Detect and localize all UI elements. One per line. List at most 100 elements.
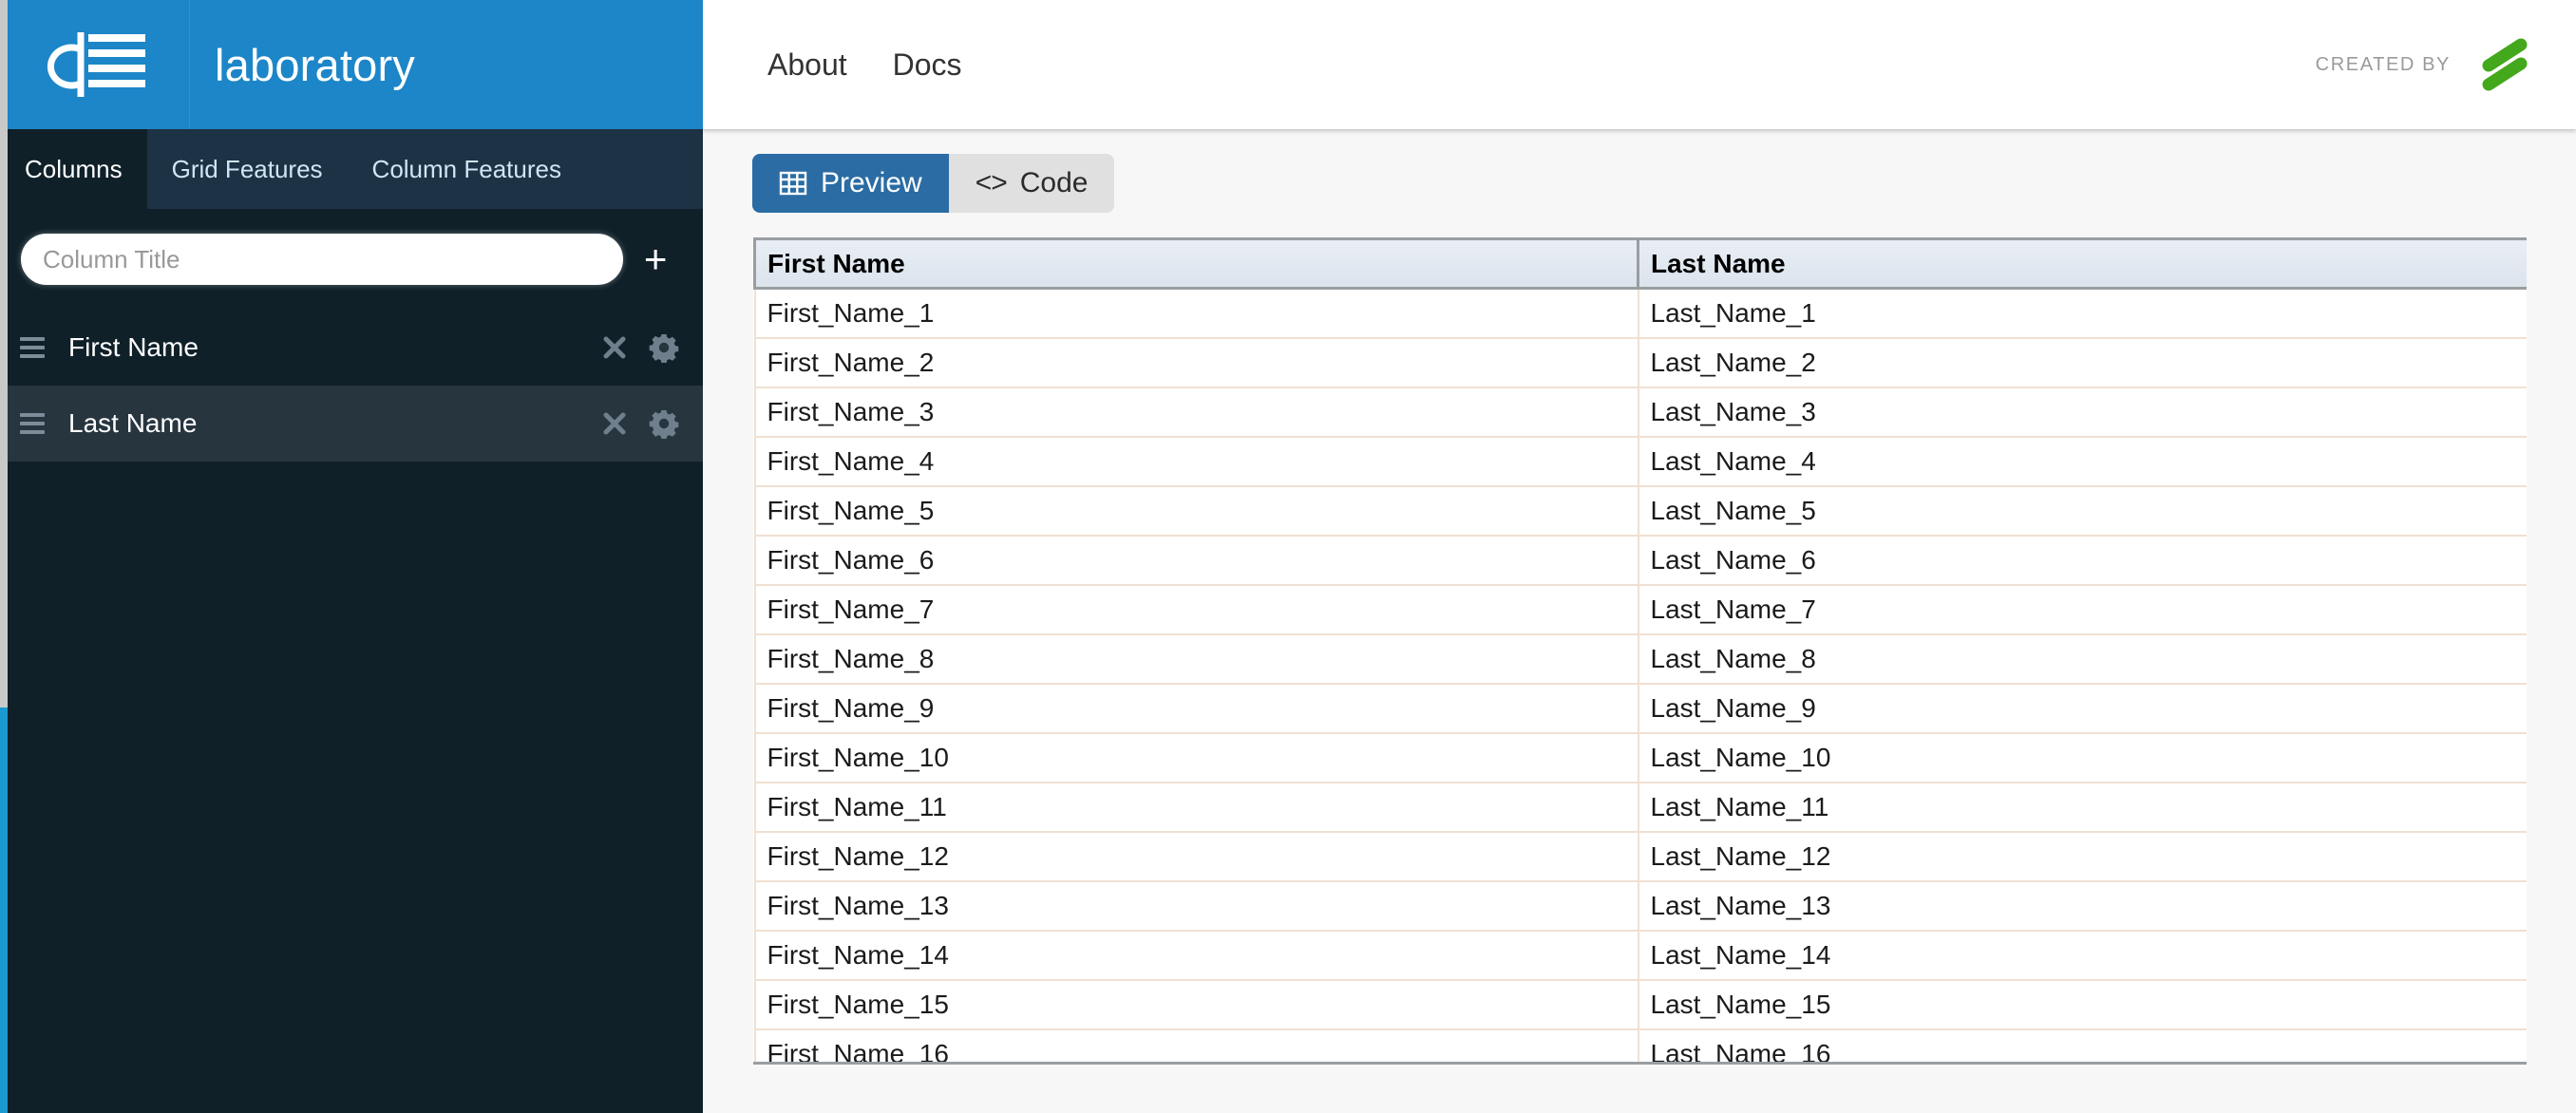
add-column-button[interactable]: + (629, 234, 682, 285)
close-icon-glyph (603, 412, 626, 435)
table-cell: Last_Name_3 (1637, 387, 2527, 438)
green-slashes-logo-icon[interactable] (2475, 37, 2534, 92)
close-icon-glyph (603, 336, 626, 359)
drag-handle-icon[interactable] (13, 329, 51, 367)
data-grid-body: First_Name_1 Last_Name_1 First_Name_2 Last_… (753, 288, 2527, 1062)
gear-icon[interactable] (646, 330, 682, 366)
table-row[interactable]: First_Name_6 Last_Name_6 (753, 535, 2527, 586)
table-cell: First_Name_15 (753, 979, 1639, 1030)
table-cell: Last_Name_10 (1637, 732, 2527, 783)
table-cell: First_Name_11 (753, 782, 1639, 833)
table-row[interactable]: First_Name_10 Last_Name_10 (753, 732, 2527, 783)
table-row[interactable]: First_Name_9 Last_Name_9 (753, 683, 2527, 734)
table-cell: Last_Name_11 (1637, 782, 2527, 833)
code-brackets-icon: <> (975, 167, 1008, 198)
table-cell: Last_Name_1 (1637, 288, 2527, 339)
created-by-block: CREATED BY (2316, 37, 2576, 92)
data-grid-head: First Name Last Name (753, 237, 2527, 290)
column-list-item-label: Last Name (68, 408, 198, 438)
close-icon[interactable] (597, 330, 633, 366)
table-row[interactable]: First_Name_15 Last_Name_15 (753, 979, 2527, 1030)
table-row[interactable]: First_Name_7 Last_Name_7 (753, 584, 2527, 635)
table-cell: First_Name_2 (753, 337, 1639, 388)
grid-table-icon (779, 171, 807, 196)
sidebar-tab-grid-features[interactable]: Grid Features (147, 129, 348, 209)
data-grid-header-row: First Name Last Name (753, 237, 2527, 290)
table-row[interactable]: First_Name_1 Last_Name_1 (753, 288, 2527, 339)
column-list: First Name Last Name (0, 310, 703, 462)
tab-code-label: Code (1019, 167, 1089, 198)
sidebar-tab-columns[interactable]: Columns (0, 129, 147, 209)
table-row[interactable]: First_Name_12 Last_Name_12 (753, 831, 2527, 882)
table-cell: Last_Name_7 (1637, 584, 2527, 635)
page-scrollbar-thumb[interactable] (0, 0, 8, 707)
column-adder: + (0, 209, 703, 306)
column-list-item-last-name[interactable]: Last Name (0, 386, 703, 462)
table-cell: Last_Name_6 (1637, 535, 2527, 586)
gear-icon[interactable] (646, 406, 682, 442)
created-by-label: CREATED BY (2315, 53, 2451, 75)
nav-link-docs[interactable]: Docs (870, 47, 985, 83)
table-cell: Last_Name_16 (1637, 1028, 2527, 1062)
page-scrollbar[interactable] (0, 0, 8, 1113)
gear-icon-glyph (649, 410, 679, 439)
tab-preview[interactable]: Preview (752, 154, 949, 213)
column-list-item-first-name[interactable]: First Name (0, 310, 703, 386)
column-row-actions (597, 330, 682, 366)
table-cell: Last_Name_9 (1637, 683, 2527, 734)
table-cell: First_Name_13 (753, 880, 1639, 932)
table-row[interactable]: First_Name_3 Last_Name_3 (753, 387, 2527, 438)
drag-handle-icon[interactable] (13, 405, 51, 443)
table-cell: Last_Name_4 (1637, 436, 2527, 487)
table-cell: First_Name_3 (753, 387, 1639, 438)
table-cell: First_Name_5 (753, 485, 1639, 537)
column-header-first-name[interactable]: First Name (753, 237, 1639, 290)
app-logo[interactable] (0, 0, 190, 129)
table-row[interactable]: First_Name_8 Last_Name_8 (753, 633, 2527, 685)
sidebar: Columns Grid Features Column Features + … (0, 129, 703, 1113)
table-cell: First_Name_1 (753, 288, 1639, 339)
column-list-item-label: First Name (68, 332, 199, 362)
table-cell: First_Name_12 (753, 831, 1639, 882)
column-row-actions (597, 406, 682, 442)
table-cell: Last_Name_12 (1637, 831, 2527, 882)
table-row[interactable]: First_Name_4 Last_Name_4 (753, 436, 2527, 487)
table-cell: Last_Name_2 (1637, 337, 2527, 388)
table-cell: First_Name_9 (753, 683, 1639, 734)
table-row[interactable]: First_Name_13 Last_Name_13 (753, 880, 2527, 932)
tab-preview-label: Preview (821, 167, 922, 198)
table-row[interactable]: First_Name_14 Last_Name_14 (753, 930, 2527, 981)
tab-code[interactable]: <> Code (948, 154, 1115, 213)
main-content: Preview <> Code First Name Last Name Fir… (703, 129, 2576, 1113)
table-cell: First_Name_7 (753, 584, 1639, 635)
close-icon[interactable] (597, 406, 633, 442)
table-cell: First_Name_4 (753, 436, 1639, 487)
table-row[interactable]: First_Name_5 Last_Name_5 (753, 485, 2527, 537)
column-title-input[interactable] (21, 234, 624, 285)
table-cell: Last_Name_5 (1637, 485, 2527, 537)
table-cell: Last_Name_13 (1637, 880, 2527, 932)
table-row[interactable]: First_Name_11 Last_Name_11 (753, 782, 2527, 833)
sidebar-tab-column-features[interactable]: Column Features (348, 129, 586, 209)
table-cell: First_Name_10 (753, 732, 1639, 783)
table-row[interactable]: First_Name_2 Last_Name_2 (753, 337, 2527, 388)
table-row[interactable]: First_Name_16 Last_Name_16 (753, 1028, 2527, 1062)
table-cell: Last_Name_14 (1637, 930, 2527, 981)
table-cell: First_Name_6 (753, 535, 1639, 586)
table-cell: Last_Name_15 (1637, 979, 2527, 1030)
brand-title: laboratory (215, 39, 415, 90)
data-grid: First Name Last Name First_Name_1 Last_Na… (753, 237, 2527, 1062)
top-header: About Docs CREATED BY (703, 0, 2576, 129)
table-cell: Last_Name_8 (1637, 633, 2527, 685)
column-header-last-name[interactable]: Last Name (1637, 237, 2527, 290)
gear-icon-glyph (649, 334, 679, 363)
sidebar-tabs: Columns Grid Features Column Features (0, 129, 703, 209)
datagrid-d-logo-icon (47, 32, 145, 97)
grid-scroll-container[interactable]: First Name Last Name First_Name_1 Last_Na… (753, 237, 2527, 1065)
view-toggle-group: Preview <> Code (752, 154, 1115, 213)
table-cell: First_Name_16 (753, 1028, 1639, 1062)
brand-bar: laboratory (0, 0, 703, 129)
top-nav: About Docs (703, 47, 985, 83)
table-cell: First_Name_8 (753, 633, 1639, 685)
nav-link-about[interactable]: About (745, 47, 870, 83)
